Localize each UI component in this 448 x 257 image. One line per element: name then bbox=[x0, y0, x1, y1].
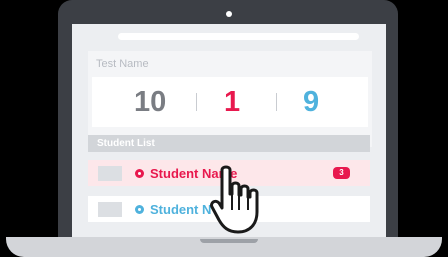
webcam-icon bbox=[226, 11, 232, 17]
red-count: 1 bbox=[224, 86, 241, 118]
check-dot-icon bbox=[135, 205, 144, 214]
total-count: 10 bbox=[134, 86, 167, 118]
alert-dot-icon bbox=[135, 169, 144, 178]
blue-count: 9 bbox=[303, 86, 320, 118]
count-badge: 3 bbox=[333, 167, 350, 179]
stats-row: 10 1 9 bbox=[92, 77, 368, 127]
student-list-title: Student List bbox=[97, 138, 155, 149]
avatar bbox=[98, 202, 122, 217]
test-summary-panel: Test Name 10 1 9 bbox=[88, 51, 372, 147]
laptop-base bbox=[6, 237, 442, 257]
test-name-label: Test Name bbox=[96, 58, 149, 70]
address-bar[interactable] bbox=[118, 33, 359, 40]
laptop-notch bbox=[200, 239, 258, 243]
student-name: Student N bbox=[150, 202, 212, 217]
student-list-header: Student List bbox=[88, 135, 370, 152]
avatar bbox=[98, 166, 122, 181]
stat-divider bbox=[196, 93, 197, 111]
stat-divider bbox=[276, 93, 277, 111]
hand-pointer-icon bbox=[210, 165, 259, 234]
